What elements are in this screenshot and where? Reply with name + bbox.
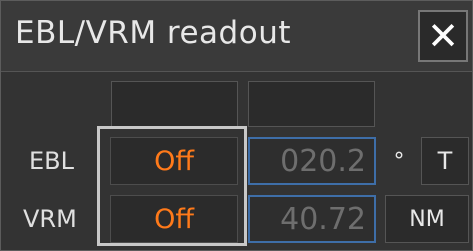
ebl-off-button[interactable]: Off: [110, 137, 238, 185]
vrm-label: VRM: [23, 205, 77, 233]
window-title: EBL/VRM readout: [15, 15, 291, 51]
ebl-label: EBL: [29, 147, 74, 175]
true-bearing-button[interactable]: T: [421, 137, 469, 185]
title-bar: EBL/VRM readout ✕: [1, 1, 472, 72]
close-icon: ✕: [427, 14, 459, 58]
column-header-button-2[interactable]: [248, 81, 375, 127]
ebl-bearing-readout: 020.2: [248, 137, 376, 185]
vrm-range-readout: 40.72: [248, 195, 376, 243]
close-button[interactable]: ✕: [418, 10, 468, 62]
vrm-off-button[interactable]: Off: [110, 195, 238, 243]
degree-unit: °: [393, 148, 405, 174]
ebl-vrm-readout-window: EBL/VRM readout ✕ EBL Off 020.2 ° T VRM …: [0, 0, 473, 251]
range-unit-button[interactable]: NM: [385, 195, 469, 243]
column-header-button-1[interactable]: [111, 81, 238, 127]
